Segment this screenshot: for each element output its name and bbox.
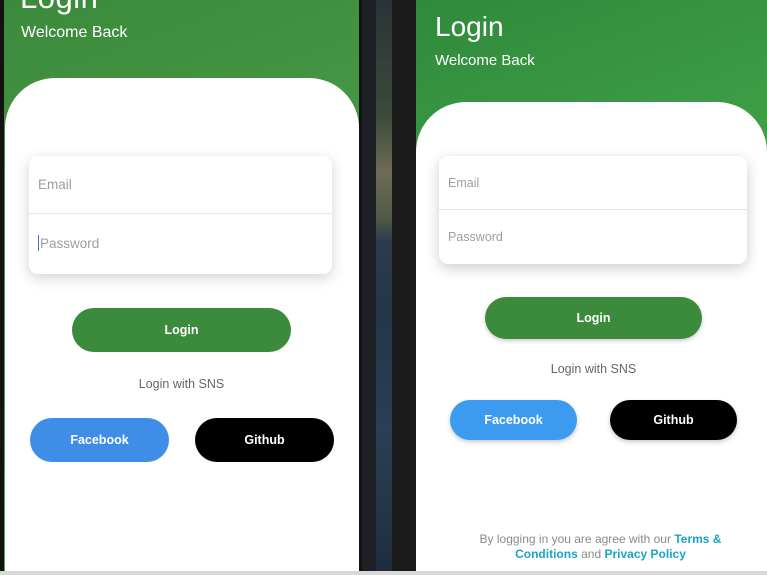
email-field[interactable]: Email	[29, 156, 332, 214]
github-button[interactable]: Github	[195, 418, 334, 462]
left-login-screen: Login Welcome Back Email Password Login …	[4, 0, 359, 575]
desktop-background	[376, 0, 392, 575]
right-login-screen: Login Welcome Back Email Password Login …	[416, 0, 767, 575]
terms-and: and	[581, 547, 602, 561]
terms-notice: By logging in you are agree with our Ter…	[458, 532, 743, 562]
page-title: Login	[435, 11, 504, 42]
terms-prefix: By logging in you are agree with our	[479, 532, 671, 546]
facebook-button[interactable]: Facebook	[450, 400, 577, 440]
login-button[interactable]: Login	[72, 308, 291, 352]
right-phone-frame: Login Welcome Back Email Password Login …	[392, 0, 767, 575]
window-bottom-edge	[0, 571, 767, 575]
sns-label: Login with SNS	[550, 362, 637, 376]
email-placeholder: Email	[448, 175, 480, 190]
password-field[interactable]: Password	[439, 210, 747, 264]
page-subtitle: Welcome Back	[435, 52, 535, 69]
email-placeholder: Email	[38, 177, 72, 192]
email-field[interactable]: Email	[439, 156, 747, 210]
password-field[interactable]: Password	[29, 214, 332, 272]
login-form-card: Email Password	[439, 156, 747, 264]
page-title: Login	[20, 0, 98, 16]
github-button[interactable]: Github	[610, 400, 737, 440]
text-cursor	[38, 235, 39, 251]
sns-label: Login with SNS	[138, 377, 225, 391]
facebook-button[interactable]: Facebook	[30, 418, 169, 462]
page-subtitle: Welcome Back	[21, 24, 128, 41]
left-phone-frame: Login Welcome Back Email Password Login …	[0, 0, 362, 575]
login-button[interactable]: Login	[485, 297, 702, 339]
password-placeholder: Password	[40, 235, 100, 251]
privacy-link[interactable]: Privacy Policy	[604, 547, 685, 561]
login-form-card: Email Password	[29, 156, 332, 274]
password-placeholder: Password	[448, 230, 503, 244]
